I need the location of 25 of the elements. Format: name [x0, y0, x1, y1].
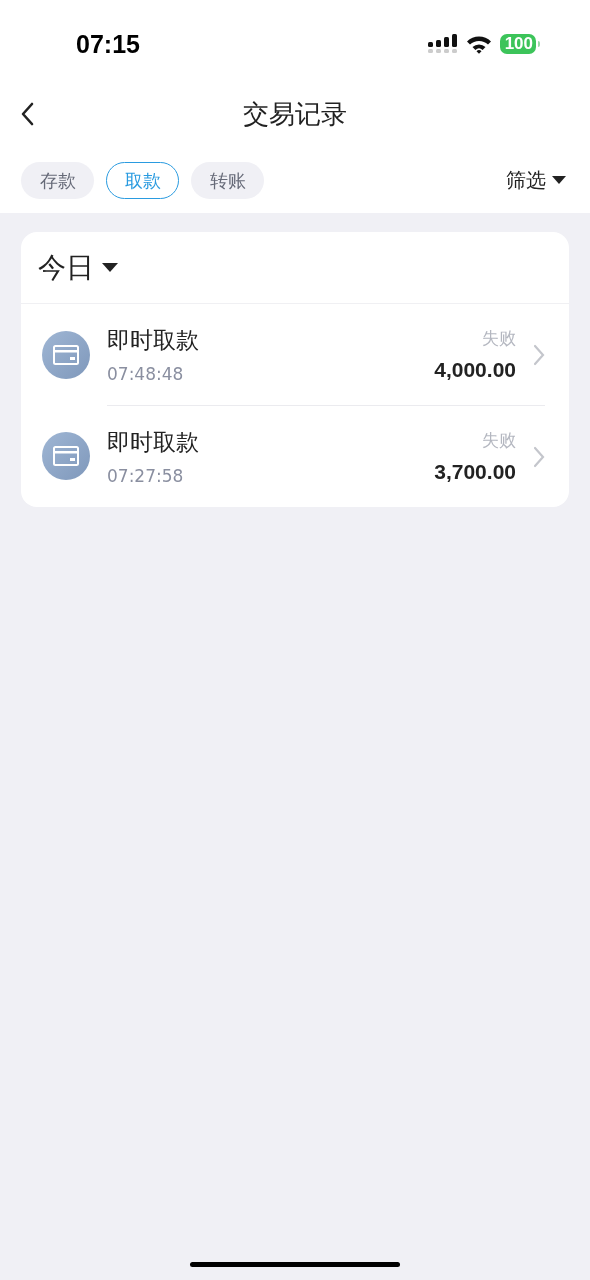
caret-icon: [102, 262, 118, 273]
date-dropdown[interactable]: 今日: [38, 248, 118, 287]
status-time: 07:15: [76, 29, 140, 59]
transaction-time: 07:27:58: [107, 466, 185, 486]
filter-tab[interactable]: 存款: [21, 162, 94, 199]
transaction-title: 即时取款: [107, 428, 200, 457]
card-icon: [42, 330, 90, 379]
chevron-icon: [533, 343, 545, 366]
filter-button[interactable]: 筛选: [506, 167, 566, 194]
transaction-amount: 4,000.00: [434, 358, 516, 382]
back-icon[interactable]: [20, 102, 34, 126]
transaction-status: 失败: [482, 327, 516, 350]
transaction-amount: 3,700.00: [434, 460, 516, 484]
transaction-row[interactable]: 即时取款 07:27:58 失败 3,700.00: [21, 405, 569, 507]
transaction-status: 失败: [482, 429, 516, 452]
page-title: 交易记录: [243, 97, 347, 131]
filter-tab[interactable]: 转账: [191, 162, 264, 199]
card-icon: [42, 432, 90, 480]
chevron-icon: [533, 445, 545, 468]
caret-icon: [552, 176, 566, 185]
transaction-row[interactable]: 即时取款 07:48:48 失败 4,000.00: [21, 304, 569, 405]
signal-icon: [427, 34, 458, 54]
transaction-time: 07:48:48: [107, 364, 185, 384]
wifi-icon: [465, 34, 492, 54]
transaction-title: 即时取款: [107, 326, 200, 355]
